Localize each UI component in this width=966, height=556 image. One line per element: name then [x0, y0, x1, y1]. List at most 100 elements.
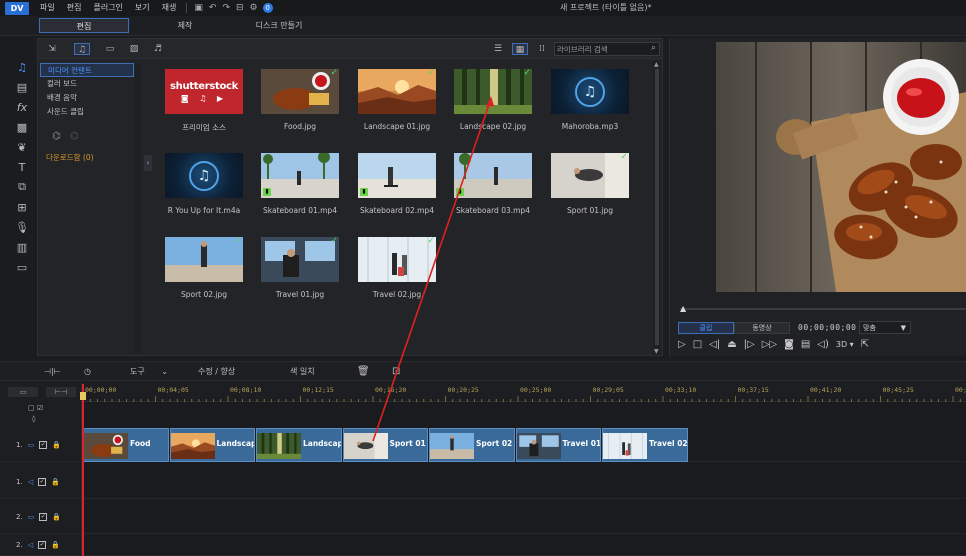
preview-scrubber[interactable]: [680, 308, 966, 310]
media-item[interactable]: ▮ Skateboard 01.mp4: [261, 153, 339, 215]
downloads-item[interactable]: 다운로드함 (0): [46, 152, 94, 163]
media-item[interactable]: ✓ Travel 01.jpg: [261, 237, 339, 299]
lock-icon[interactable]: 🔒: [51, 541, 60, 549]
media-item[interactable]: ✓ Landscape 02.jpg: [454, 69, 532, 131]
media-thumbnail[interactable]: shutterstock ◙ ♫ ▶: [165, 69, 243, 114]
library-search-input[interactable]: [557, 44, 643, 54]
chapter-room-icon[interactable]: ▥: [8, 237, 36, 257]
clip-mode-button[interactable]: 클립: [678, 322, 734, 334]
marker-icon[interactable]: ⊡: [392, 362, 400, 382]
subtitle-icon[interactable]: ▤: [801, 339, 810, 350]
media-item[interactable]: ▮ Skateboard 03.mp4: [454, 153, 532, 215]
media-thumbnail[interactable]: ✓: [165, 237, 243, 282]
track-enable-checkbox[interactable]: ✓: [38, 477, 47, 486]
trash-icon[interactable]: 🗑: [357, 362, 370, 382]
timeline-clip[interactable]: Travel 01: [515, 428, 601, 462]
filter-audio-icon[interactable]: ♬: [150, 43, 166, 55]
filter-all-icon[interactable]: ♫: [74, 43, 90, 55]
lock-icon[interactable]: 🔒: [51, 478, 60, 486]
menu-edit[interactable]: 편집: [61, 0, 88, 16]
resolution-icon[interactable]: ⊟: [233, 3, 247, 13]
lock-icon[interactable]: 🔒: [52, 513, 61, 521]
redo-icon[interactable]: ↷: [219, 3, 233, 13]
3d-toggle[interactable]: 3D ▾: [836, 340, 854, 349]
playhead[interactable]: [82, 384, 84, 556]
clock-icon[interactable]: ◷: [84, 362, 91, 382]
media-thumbnail[interactable]: ✓: [358, 237, 436, 282]
media-item[interactable]: ▮ Skateboard 02.mp4: [358, 153, 436, 215]
track-enable-checkbox[interactable]: ✓: [39, 512, 48, 521]
next-frame-icon[interactable]: |▷: [744, 339, 755, 350]
tree-scrollbar[interactable]: [135, 63, 141, 353]
media-thumbnail[interactable]: ✓: [551, 153, 629, 198]
settings-icon[interactable]: ⚙: [247, 3, 261, 13]
fit-timeline-icon[interactable]: ⊢⊣: [46, 387, 76, 397]
track-manager-icon[interactable]: ▭: [8, 387, 38, 397]
transition-room-icon[interactable]: ⧉: [8, 177, 36, 197]
menu-playback[interactable]: 재생: [156, 0, 183, 16]
media-item[interactable]: ♫ Mahoroba.mp3: [551, 69, 629, 131]
media-thumbnail[interactable]: ✓: [454, 69, 532, 114]
media-item[interactable]: ✓ Travel 02.jpg: [358, 237, 436, 299]
track-enable-checkbox[interactable]: ✓: [39, 440, 48, 449]
scrubber-handle[interactable]: ▲: [680, 304, 686, 313]
menu-file[interactable]: 파일: [34, 0, 61, 16]
movie-mode-button[interactable]: 동영상: [734, 322, 790, 334]
tree-background-music[interactable]: 배경 음악: [40, 91, 134, 105]
undo-icon[interactable]: ↶: [206, 3, 220, 13]
playhead-handle[interactable]: [80, 392, 86, 400]
volume-icon[interactable]: ◁): [817, 339, 829, 350]
menu-plugins[interactable]: 플러그인: [87, 0, 128, 16]
timeline-clip[interactable]: Sport 02: [429, 428, 515, 462]
tree-media-content[interactable]: 미디어 컨텐트: [40, 63, 134, 77]
particle-room-icon[interactable]: ❦: [8, 137, 36, 157]
library-search[interactable]: ⌕: [554, 42, 660, 56]
tab-produce[interactable]: 제작: [140, 18, 230, 33]
title-room-icon[interactable]: T: [8, 157, 36, 177]
search-icon[interactable]: ⌕: [651, 43, 656, 53]
fx-room-icon[interactable]: fx: [8, 97, 36, 117]
media-thumbnail[interactable]: ✓: [358, 69, 436, 114]
menu-view[interactable]: 보기: [129, 0, 156, 16]
filter-video-icon[interactable]: ▭: [102, 43, 118, 55]
media-item[interactable]: ✓ Sport 01.jpg: [551, 153, 629, 215]
timeline-clip[interactable]: Sport 01: [342, 428, 428, 462]
media-thumbnail[interactable]: ✓: [261, 69, 339, 114]
tree-color-board[interactable]: 컬러 보드: [40, 77, 134, 91]
timeline-ruler[interactable]: 00;00;00 00;04;05 00;08;10 00;12;15 00;16;20…: [83, 382, 966, 402]
undock-icon[interactable]: ⇱: [861, 339, 869, 350]
track-enable-checkbox[interactable]: ✓: [38, 541, 47, 549]
template-room-icon[interactable]: ▤: [8, 77, 36, 97]
fix-enhance-button[interactable]: 수정 / 향상: [198, 362, 235, 382]
prev-frame-icon[interactable]: ◁|: [709, 339, 720, 350]
media-room-icon[interactable]: ♫: [8, 57, 36, 77]
media-thumbnail[interactable]: ♫: [165, 153, 243, 198]
timeline-clip[interactable]: Food: [83, 428, 169, 462]
notification-badge[interactable]: 0: [262, 3, 273, 13]
small-grid-icon[interactable]: ⁞⁞: [534, 43, 550, 55]
stop-icon[interactable]: □: [693, 339, 702, 350]
media-item[interactable]: ✓ Food.jpg: [261, 69, 339, 131]
chapter-track-icon[interactable]: ▢ ☑: [28, 404, 43, 412]
timeline-mode-icon[interactable]: ⊣|⊢: [44, 362, 61, 382]
tree-sound-clips[interactable]: 사운드 클립: [40, 105, 134, 119]
fast-forward-icon[interactable]: ▷▷: [762, 339, 777, 350]
tab-disc[interactable]: 디스크 만들기: [234, 18, 324, 33]
play-icon[interactable]: ▷: [678, 339, 686, 350]
media-item[interactable]: ♫ R You Up for It.m4a: [165, 153, 243, 215]
media-thumbnail[interactable]: ✓: [261, 237, 339, 282]
tools-menu[interactable]: 도구 ⌄: [130, 362, 168, 382]
color-match-button[interactable]: 색 일치: [290, 362, 315, 382]
lock-icon[interactable]: 🔒: [52, 441, 61, 449]
zoom-fit-select[interactable]: 맞춤 ▼: [859, 321, 911, 334]
media-thumbnail[interactable]: ▮: [261, 153, 339, 198]
split-icon[interactable]: ⏏: [727, 339, 736, 350]
list-view-icon[interactable]: ☰: [490, 43, 506, 55]
import-icon[interactable]: ⇲: [44, 43, 60, 55]
voiceover-room-icon[interactable]: 🎙: [8, 217, 36, 237]
audio-mix-room-icon[interactable]: ⊞: [8, 197, 36, 217]
subtitle-room-icon[interactable]: ▭: [8, 257, 36, 277]
remove-tag-icon[interactable]: ⌬: [70, 131, 79, 142]
timeline-clip[interactable]: Landscape: [169, 428, 255, 462]
grid-view-icon[interactable]: ▦: [512, 43, 528, 55]
